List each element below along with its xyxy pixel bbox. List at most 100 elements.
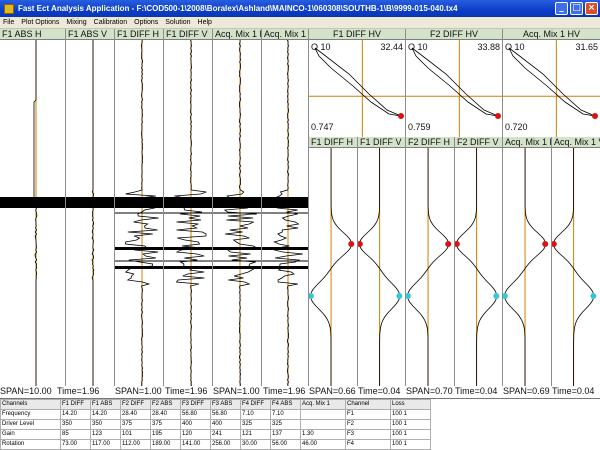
strip-chart-f1-abs-v[interactable]: F1 ABS V [66, 29, 115, 386]
strip-header: F1 ABS V [66, 29, 114, 40]
table-cell[interactable]: 400 [210, 419, 241, 430]
column-header[interactable]: F1 DIFF [60, 399, 91, 410]
menu-file[interactable]: File [3, 19, 14, 26]
strip-chart-f1-diff-v[interactable]: F1 DIFF V [164, 29, 213, 386]
table-cell[interactable]: 100 1 [390, 409, 431, 420]
vtrace-f2-diff-v[interactable]: F2 DIFF V [455, 137, 503, 386]
column-header[interactable]: Acq. Mix 1 [300, 399, 346, 410]
table-cell[interactable]: 350 [60, 419, 91, 430]
table-cell[interactable] [300, 409, 346, 420]
menu-solution[interactable]: Solution [165, 19, 190, 26]
strip-trace-mix1-v [262, 40, 308, 386]
table-cell[interactable]: 123 [90, 429, 121, 440]
origin-marker: O [311, 42, 319, 52]
table-cell[interactable]: 100 1 [390, 419, 431, 430]
table-cell[interactable]: 56.00 [270, 439, 301, 450]
table-cell[interactable]: 117.00 [90, 439, 121, 450]
column-header[interactable]: F4 ABS [270, 399, 301, 410]
column-header[interactable]: F3 DIFF [180, 399, 211, 410]
table-cell[interactable]: 400 [180, 419, 211, 430]
lissajous-loop [314, 47, 402, 117]
table-cell[interactable]: 14.20 [60, 409, 91, 420]
table-cell[interactable]: F3 [345, 429, 391, 440]
time-label: Time=0.04 [552, 386, 595, 396]
table-cell[interactable]: 325 [240, 419, 271, 430]
table-cell[interactable]: F4 [345, 439, 391, 450]
menu-calibration[interactable]: Calibration [94, 19, 127, 26]
min-value: 0.747 [311, 122, 334, 132]
table-cell[interactable]: 73.00 [60, 439, 91, 450]
vtrace-header: F2 DIFF H [406, 137, 454, 148]
column-header[interactable]: F4 DIFF [240, 399, 271, 410]
table-cell[interactable]: 46.00 [300, 439, 346, 450]
table-cell[interactable]: 141.00 [180, 439, 211, 450]
min-value: 0.759 [408, 122, 431, 132]
table-cell[interactable] [300, 419, 346, 430]
cyan-marker [406, 293, 411, 299]
table-cell[interactable]: 350 [90, 419, 121, 430]
column-header[interactable]: Channel [345, 399, 391, 410]
maximize-button[interactable]: □ [570, 2, 583, 15]
table-cell[interactable]: 28.40 [150, 409, 181, 420]
column-header[interactable]: Loss [390, 399, 431, 410]
table-cell[interactable]: 28.40 [120, 409, 151, 420]
table-cell[interactable]: 325 [270, 419, 301, 430]
menu-help[interactable]: Help [198, 19, 212, 26]
vtrace-mix1-v[interactable]: Acq. Mix 1 V [552, 137, 600, 386]
column-header[interactable]: Channels [0, 399, 61, 410]
lissajous-f2-diff-hv[interactable]: F2 DIFF HV O 10 33.88 0.759 [406, 29, 503, 137]
vtrace-f1-diff-v[interactable]: F1 DIFF V [358, 137, 406, 386]
table-cell[interactable]: 241 [210, 429, 241, 440]
lissajous-header: Acq. Mix 1 HV [503, 29, 600, 40]
vtrace-f1-diff-h[interactable]: F1 DIFF H [309, 137, 358, 386]
vtrace-mix1-h[interactable]: Acq. Mix 1 H [503, 137, 552, 386]
signal-trace [91, 40, 95, 386]
window-title: Fast Ect Analysis Application - F:\COD50… [18, 4, 458, 13]
cyan-marker [493, 293, 500, 299]
column-header[interactable]: F3 ABS [210, 399, 241, 410]
table-cell[interactable]: 195 [150, 429, 181, 440]
table-cell[interactable]: F1 [345, 409, 391, 420]
table-cell[interactable]: 189.00 [150, 439, 181, 450]
lissajous-mix1-hv[interactable]: Acq. Mix 1 HV O 10 31.65 0.720 [503, 29, 600, 137]
table-cell[interactable]: 30.00 [240, 439, 271, 450]
table-cell[interactable]: 1.30 [300, 429, 346, 440]
table-cell[interactable]: 375 [120, 419, 151, 430]
menu-mixing[interactable]: Mixing [66, 19, 86, 26]
column-header[interactable]: F2 ABS [150, 399, 181, 410]
table-cell[interactable]: 101 [120, 429, 151, 440]
span-label: SPAN=0.66 [309, 386, 356, 396]
strip-header: F1 ABS H [0, 29, 65, 40]
column-header[interactable]: F1 ABS [90, 399, 121, 410]
strip-chart-f1-abs-h[interactable]: F1 ABS H [0, 29, 66, 386]
table-cell[interactable]: 112.00 [120, 439, 151, 450]
minimize-button[interactable]: _ [555, 2, 568, 15]
table-cell[interactable]: 100 1 [390, 439, 431, 450]
lissajous-f1-diff-hv[interactable]: F1 DIFF HV O 10 32.44 0.747 [309, 29, 406, 137]
origin-marker: O [408, 42, 416, 52]
table-cell[interactable]: 85 [60, 429, 91, 440]
strip-chart-mix1-v[interactable]: Acq. Mix 1 V [262, 29, 309, 386]
table-cell[interactable]: 7.10 [240, 409, 271, 420]
cyan-marker [309, 293, 314, 299]
table-cell[interactable]: F2 [345, 419, 391, 430]
close-button[interactable]: × [585, 2, 598, 15]
strip-chart-mix1-h[interactable]: Acq. Mix 1 H [213, 29, 262, 386]
table-cell[interactable]: 56.80 [210, 409, 241, 420]
menu-plot-options[interactable]: Plot Options [21, 19, 59, 26]
table-cell[interactable]: 120 [180, 429, 211, 440]
strip-chart-f1-diff-h[interactable]: F1 DIFF H [115, 29, 164, 386]
menu-options[interactable]: Options [134, 19, 158, 26]
table-cell[interactable]: 375 [150, 419, 181, 430]
table-cell[interactable]: 14.20 [90, 409, 121, 420]
table-cell[interactable]: 121 [240, 429, 271, 440]
table-cell[interactable]: 100 1 [390, 429, 431, 440]
table-cell[interactable]: 256.00 [210, 439, 241, 450]
table-cell[interactable]: 56.80 [180, 409, 211, 420]
vtrace-f2-diff-h[interactable]: F2 DIFF H [406, 137, 455, 386]
table-cell[interactable]: 137 [270, 429, 301, 440]
column-header[interactable]: F2 DIFF [120, 399, 151, 410]
table-cell[interactable]: 7.10 [270, 409, 301, 420]
vtrace-plot [455, 148, 500, 386]
defect-band [213, 197, 261, 208]
